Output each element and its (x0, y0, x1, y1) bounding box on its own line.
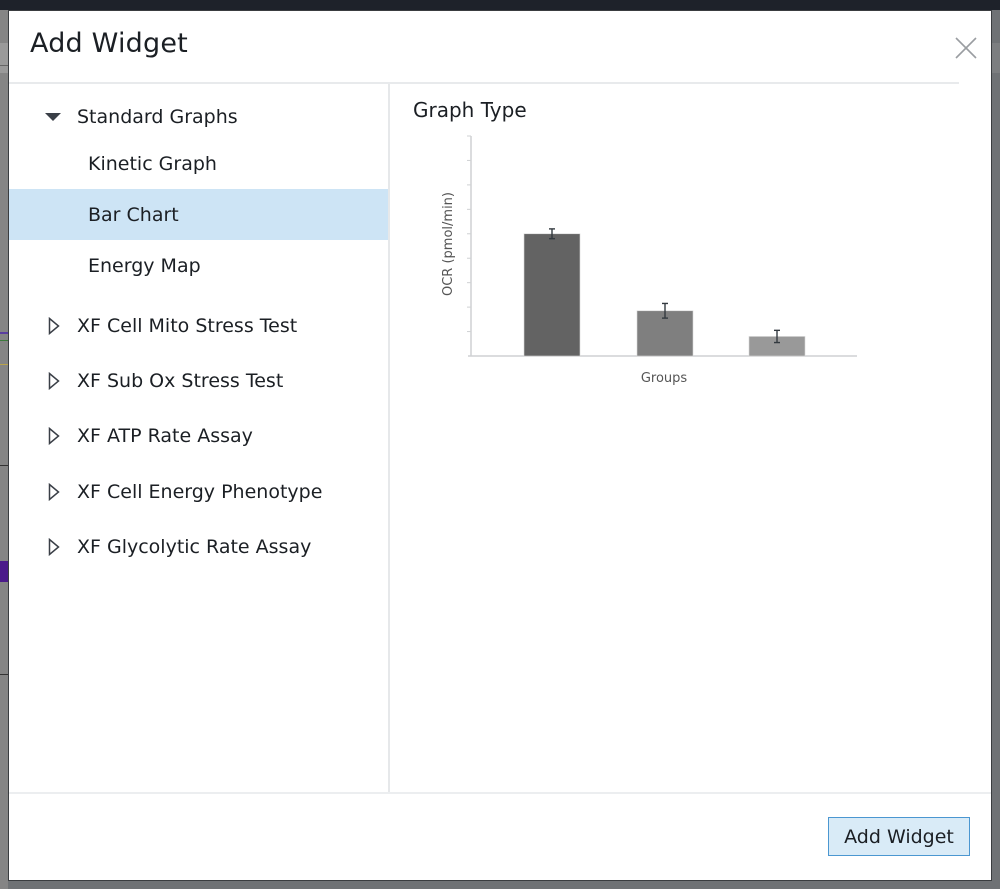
tree-group-xf-atp-rate-assay[interactable]: XF ATP Rate Assay (9, 410, 388, 461)
background-line (0, 465, 8, 466)
background-band (0, 561, 8, 582)
caret-right-icon (48, 316, 60, 335)
tree-group-label: Standard Graphs (77, 105, 238, 128)
close-icon (955, 37, 977, 59)
tree-group-label: XF Cell Mito Stress Test (77, 314, 298, 337)
tree-group-label: XF Cell Energy Phenotype (77, 480, 323, 503)
preview-panel: Graph Type OCR (pmol/min) Groups (390, 84, 991, 793)
bar (523, 233, 581, 357)
background-line (0, 674, 8, 675)
background-line (0, 340, 8, 341)
tree-item-energy-map[interactable]: Energy Map (9, 240, 388, 291)
tree-group-xf-sub-ox-stress-test[interactable]: XF Sub Ox Stress Test (9, 355, 388, 406)
caret-down-icon (45, 112, 61, 121)
widget-tree: Standard Graphs Kinetic Graph Bar Chart … (9, 84, 389, 793)
background-app-right (992, 10, 1000, 889)
caret-right-icon (48, 537, 60, 556)
footer-divider (9, 792, 991, 794)
tree-item-label: Energy Map (88, 254, 201, 277)
background-line (0, 364, 8, 365)
caret-right-icon (48, 371, 60, 390)
tree-group-xf-cell-mito-stress-test[interactable]: XF Cell Mito Stress Test (9, 300, 388, 351)
caret-right-icon (48, 426, 60, 445)
tree-group-label: XF ATP Rate Assay (77, 424, 253, 447)
dialog-title: Add Widget (30, 28, 188, 59)
x-axis-label: Groups (641, 371, 688, 386)
tree-group-xf-glycolytic-rate-assay[interactable]: XF Glycolytic Rate Assay (9, 521, 388, 572)
chart-bars (523, 228, 806, 357)
background-line (0, 332, 8, 334)
background-app-topbar (0, 0, 1000, 10)
background-app-left (0, 10, 8, 889)
tree-item-label: Kinetic Graph (88, 152, 217, 175)
bar-chart-preview: OCR (pmol/min) Groups (441, 135, 857, 386)
add-widget-button[interactable]: Add Widget (828, 817, 970, 856)
close-button[interactable] (953, 35, 979, 61)
tree-group-standard-graphs[interactable]: Standard Graphs (9, 91, 388, 142)
caret-right-icon (48, 482, 60, 501)
tree-group-label: XF Sub Ox Stress Test (77, 369, 284, 392)
tree-item-kinetic-graph[interactable]: Kinetic Graph (9, 138, 388, 189)
background-line (0, 65, 8, 66)
tree-item-label: Bar Chart (88, 203, 179, 226)
tree-item-bar-chart[interactable]: Bar Chart (9, 189, 388, 240)
background-band (0, 43, 8, 73)
y-axis-label: OCR (pmol/min) (441, 192, 456, 296)
add-widget-dialog: Add Widget Standard Graphs Kinetic Graph… (8, 10, 992, 881)
tree-group-xf-cell-energy-phenotype[interactable]: XF Cell Energy Phenotype (9, 466, 388, 517)
background-band (992, 43, 1000, 73)
tree-group-label: XF Glycolytic Rate Assay (77, 535, 312, 558)
